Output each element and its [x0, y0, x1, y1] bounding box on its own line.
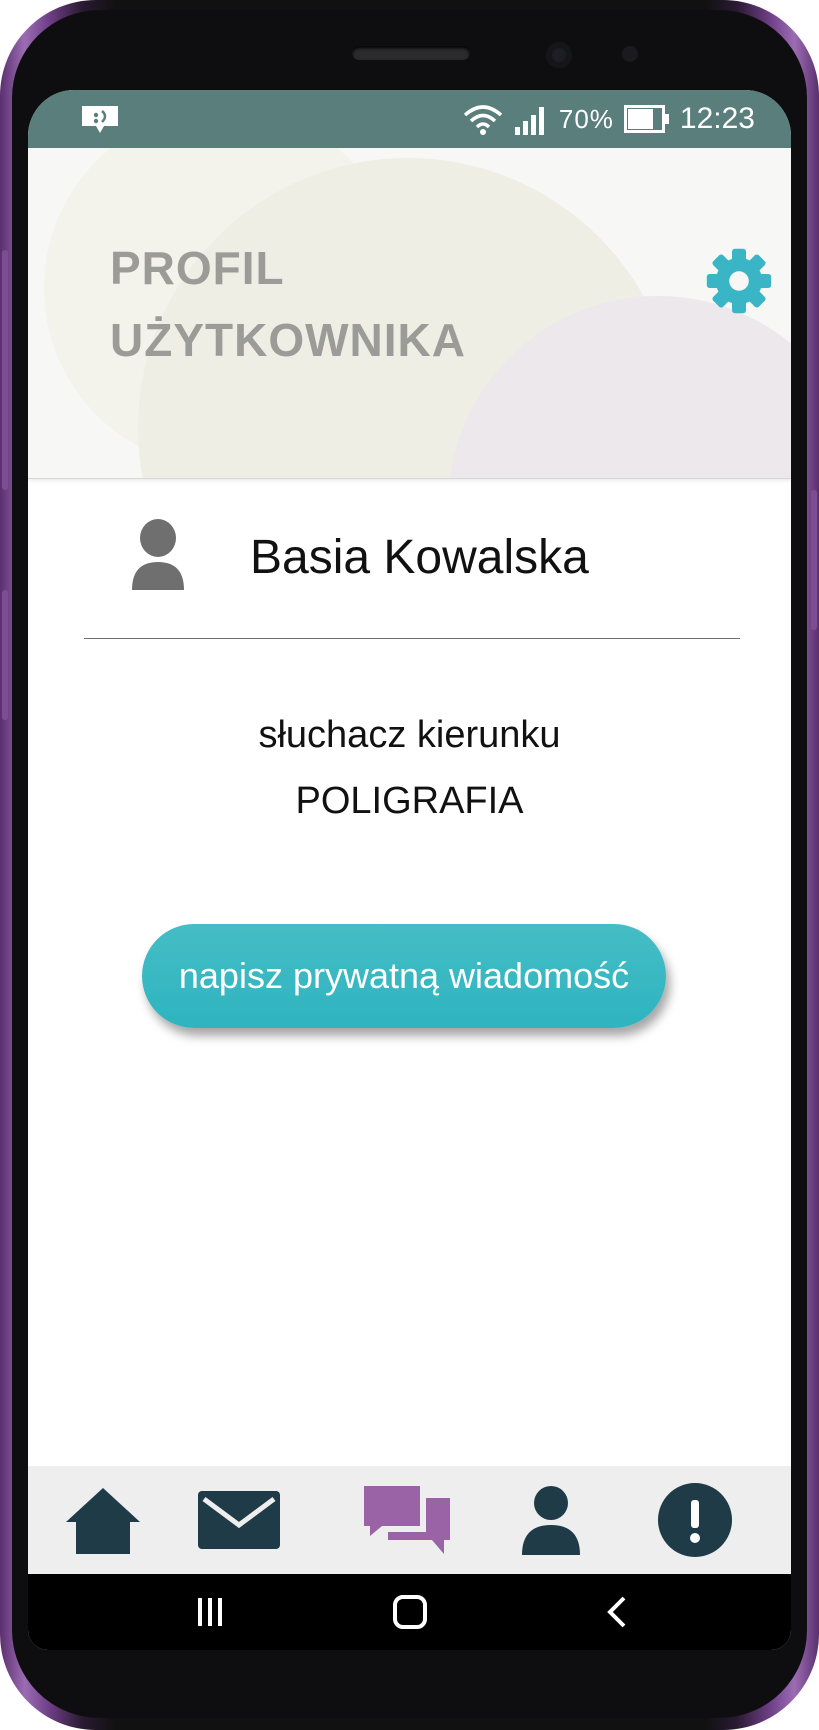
- nav-profile[interactable]: [506, 1478, 596, 1562]
- screen: 70% 12:23 PROFIL UŻYTKOWNIKA Basia Kowal…: [28, 90, 791, 1650]
- user-role: słuchacz kierunku POLIGRAFIA: [28, 702, 791, 834]
- power-button: [811, 490, 817, 630]
- home-icon: [66, 1488, 140, 1554]
- role-line1: słuchacz kierunku: [258, 714, 561, 756]
- volume-button: [2, 250, 8, 490]
- page-title-line1: PROFIL: [110, 242, 285, 294]
- page-title-line2: UŻYTKOWNIKA: [110, 314, 466, 366]
- clock: 12:23: [679, 102, 755, 135]
- notification-icon: [82, 106, 118, 133]
- signal-icon: [514, 107, 544, 135]
- earpiece-speaker: [352, 46, 470, 60]
- profile-header: PROFIL UŻYTKOWNIKA: [28, 148, 791, 479]
- gear-icon[interactable]: [704, 246, 774, 316]
- alert-icon: [658, 1483, 732, 1557]
- role-line2: POLIGRAFIA: [295, 780, 524, 822]
- chat-icon: [364, 1486, 450, 1554]
- battery-percent: 70%: [558, 103, 614, 134]
- bixby-button: [2, 590, 8, 720]
- user-name: Basia Kowalska: [250, 531, 589, 584]
- home-button-icon[interactable]: [390, 1592, 430, 1632]
- front-camera: [546, 42, 572, 68]
- nav-chat[interactable]: [362, 1478, 452, 1562]
- nav-messages[interactable]: [194, 1478, 284, 1562]
- avatar-icon: [132, 519, 184, 590]
- wifi-icon: [463, 105, 503, 135]
- back-icon[interactable]: [598, 1592, 638, 1632]
- send-private-message-button[interactable]: napisz prywatną wiadomość: [142, 924, 666, 1028]
- nav-home[interactable]: [58, 1478, 148, 1562]
- page-title: PROFIL UŻYTKOWNIKA: [110, 232, 466, 376]
- mail-icon: [198, 1491, 280, 1549]
- system-nav-bar: [28, 1574, 791, 1650]
- battery-icon: [623, 105, 669, 133]
- proximity-sensor: [622, 46, 638, 62]
- divider: [84, 638, 740, 639]
- recent-apps-icon[interactable]: [190, 1592, 230, 1632]
- status-bar: 70% 12:23: [28, 90, 791, 148]
- bottom-nav: [28, 1466, 791, 1574]
- nav-alerts[interactable]: [650, 1478, 740, 1562]
- user-icon: [522, 1486, 580, 1555]
